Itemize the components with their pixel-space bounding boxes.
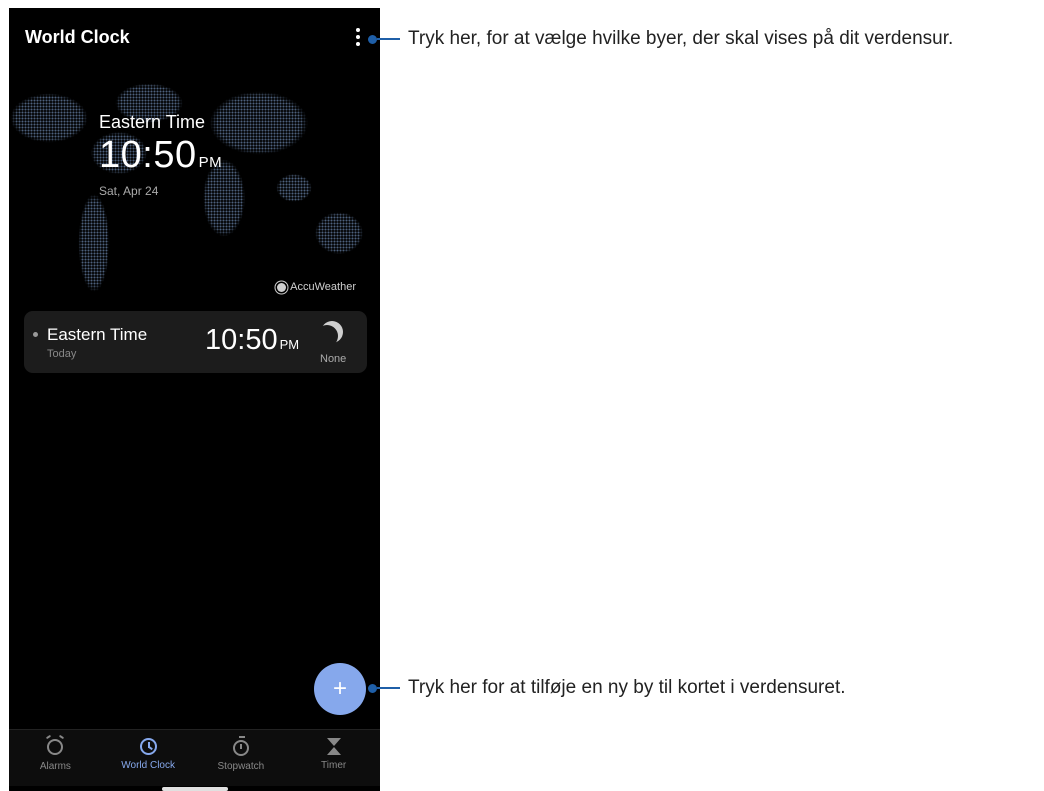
hero-zone-name: Eastern Time [99,112,206,132]
callout-menu-text: Tryk her, for at vælge hvilke byer, der … [408,28,954,49]
add-city-button[interactable]: + [314,663,366,715]
phone-screen: World Clock Eastern Time 10:50 PM Sat, Ap… [9,8,380,791]
page-title: World Clock [25,27,130,47]
tab-stopwatch[interactable]: Stopwatch [195,730,288,786]
card-time: 10:50 PM [205,324,299,357]
provider-label: AccuWeather [290,281,356,293]
tab-label: Alarms [39,761,71,772]
plus-icon: + [332,675,347,702]
callout-dot [368,683,377,693]
weather-provider: AccuWeather [277,281,356,293]
card-weather-label: None [320,353,347,365]
callout-dot [368,34,377,44]
card-time-value: 10:50 [205,324,278,356]
alarm-icon [47,739,64,755]
callout-line [377,38,400,40]
card-day: Today [47,348,77,360]
callout-menu: Tryk her, for at vælge hvilke byer, der … [368,28,953,50]
more-options-button[interactable] [351,26,365,48]
card-zone-name: Eastern Time [47,325,148,344]
hero-time-value: 10:50 [99,134,197,176]
accuweather-logo-icon [277,282,287,292]
tab-alarms[interactable]: Alarms [9,730,102,786]
tab-label: Stopwatch [217,761,265,772]
callout-add-text: Tryk her for at tilføje en ny by til kor… [408,677,846,698]
city-card[interactable]: Eastern Time Today 10:50 PM None [24,311,367,373]
top-app-bar: World Clock [9,8,380,66]
stopwatch-icon [232,736,249,756]
moon-icon [321,321,343,343]
callout-line [377,687,400,689]
home-indicator [162,787,228,791]
tab-label: World Clock [121,760,175,771]
tab-label: Timer [321,760,347,771]
tab-timer[interactable]: Timer [287,730,380,786]
card-ampm: PM [279,337,300,352]
tab-world-clock[interactable]: World Clock [102,730,195,786]
hero-clock: Eastern Time 10:50 PM Sat, Apr 24 [99,112,222,198]
hero-date: Sat, Apr 24 [99,184,159,198]
hero-time: 10:50 PM [99,135,222,183]
hourglass-icon [326,738,341,755]
location-pin-icon [33,332,38,337]
bottom-navigation: Alarms World Clock Stopwatch Timer [9,729,380,786]
callout-add: Tryk her for at tilføje en ny by til kor… [368,677,846,699]
more-vert-icon [356,28,360,32]
hero-ampm: PM [198,154,223,171]
clock-icon [139,738,157,755]
